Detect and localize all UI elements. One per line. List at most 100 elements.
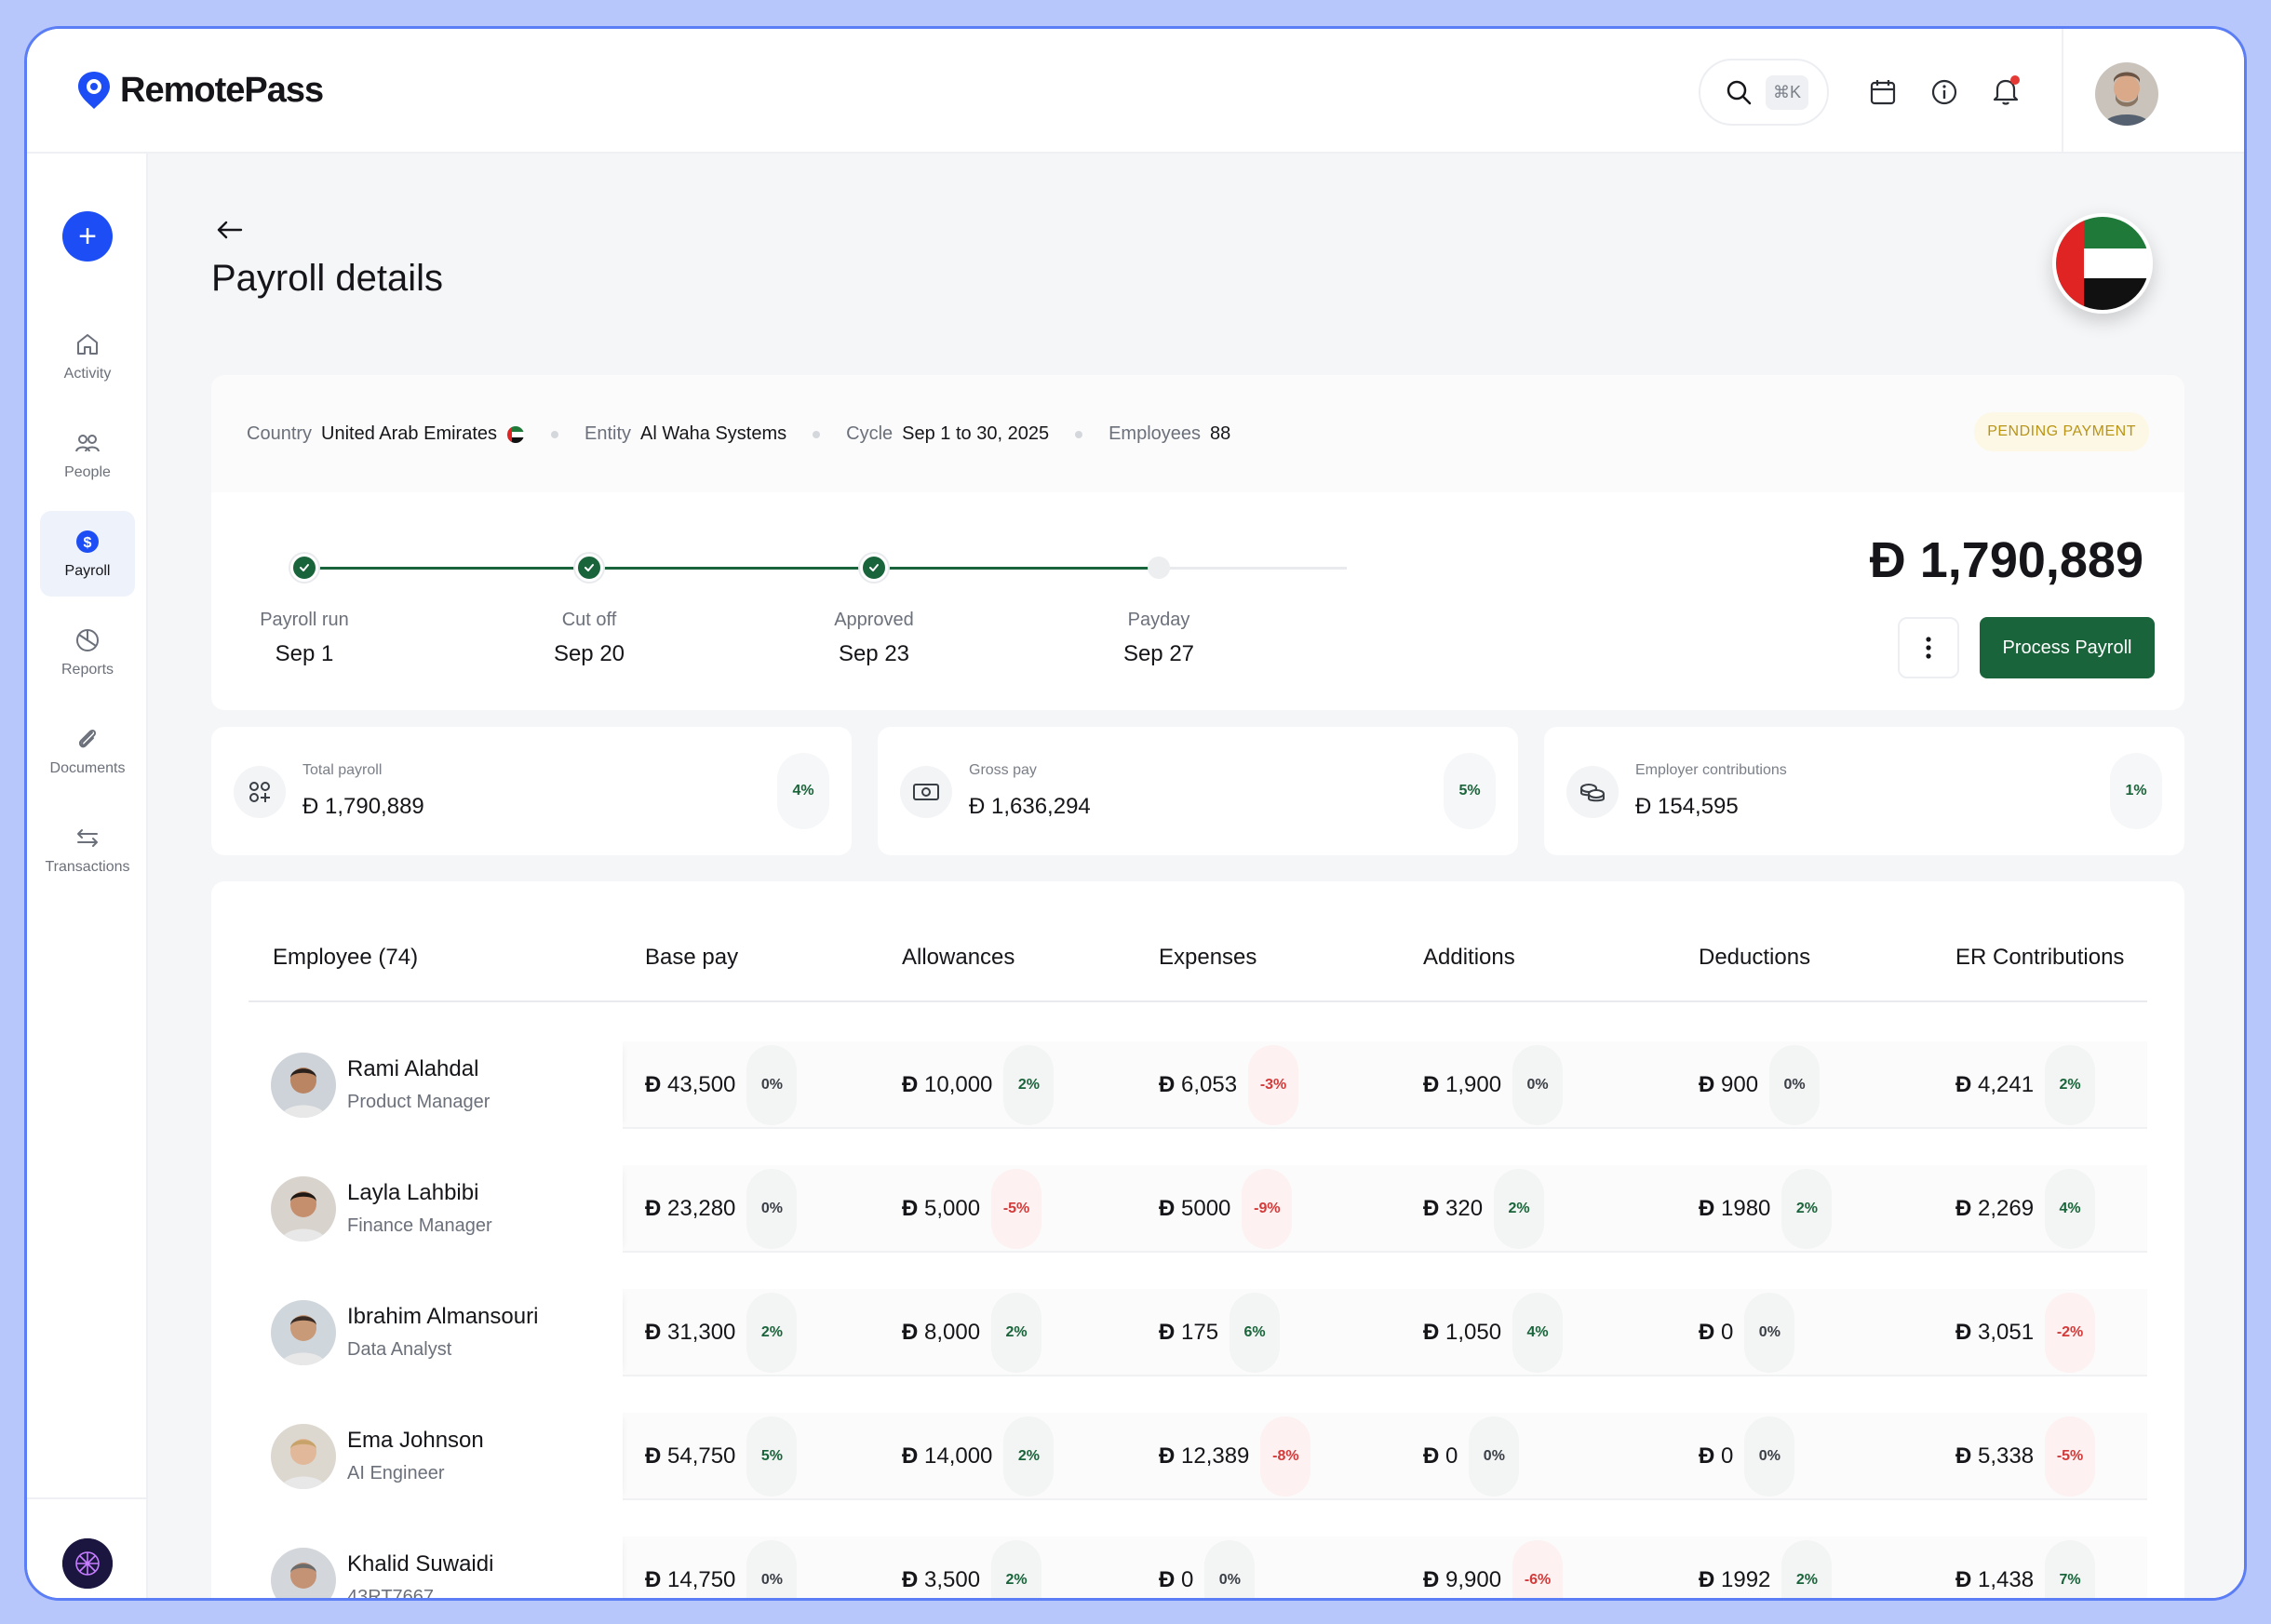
amount-number: 5,000	[924, 1196, 981, 1221]
change-badge: 2%	[1494, 1169, 1545, 1249]
stat-card-employer-contributions: Employer contributions Đ 154,595 1%	[1544, 727, 2184, 855]
dirham-currency-symbol: Đ	[902, 1320, 924, 1345]
amount-value: Đ 1980	[1699, 1196, 1770, 1222]
stat-value: Đ 1,790,889	[302, 794, 424, 819]
amount-cell: Đ 1980 2%	[1699, 1165, 1833, 1253]
step-check-icon	[860, 554, 888, 582]
amount-number: 1,438	[1978, 1567, 2035, 1592]
sidebar-item-label: Activity	[63, 366, 112, 382]
table-row[interactable]: Layla Lahbibi Finance Manager Đ 23,280 0% Đ …	[249, 1165, 2147, 1253]
calendar-icon[interactable]	[1866, 75, 1900, 109]
amount-number: 43,500	[667, 1072, 736, 1097]
amount-value: Đ 1,900	[1423, 1072, 1501, 1098]
column-header[interactable]: Additions	[1423, 945, 1515, 971]
amount-number: 4,241	[1978, 1072, 2035, 1097]
info-icon[interactable]	[1928, 75, 1961, 109]
employee-role: Data Analyst	[347, 1339, 452, 1360]
amount-number: 2,269	[1978, 1196, 2035, 1221]
employee-cell: Layla Lahbibi Finance Manager	[249, 1165, 623, 1253]
location-pin-logo-icon	[75, 70, 113, 111]
dirham-currency-symbol: Đ	[1955, 1072, 1978, 1097]
step-date: Sep 27	[1122, 641, 1195, 666]
add-button[interactable]: +	[62, 211, 113, 262]
change-badge: 2%	[1003, 1416, 1055, 1496]
employee-name[interactable]: Ema Johnson	[347, 1428, 484, 1454]
change-badge: 2%	[746, 1293, 798, 1373]
amount-value: Đ 14,000	[902, 1443, 992, 1470]
brand-name: RemotePass	[120, 70, 324, 110]
table-row[interactable]: Khalid Suwaidi 43RT7667 Đ 14,750 0% Đ 3,500 2…	[249, 1537, 2147, 1601]
column-header[interactable]: Deductions	[1699, 945, 1810, 971]
dirham-currency-symbol: Đ	[1869, 532, 1906, 588]
user-avatar[interactable]	[2095, 62, 2158, 126]
amount-cell: Đ 900 0%	[1699, 1041, 1821, 1129]
sidebar-item-reports[interactable]: Reports	[40, 610, 135, 695]
change-badge: 0%	[1769, 1045, 1821, 1125]
amount-cell: Đ 14,750 0%	[645, 1537, 798, 1598]
people-icon	[75, 435, 100, 452]
amount-value: Đ 12,389	[1159, 1443, 1249, 1470]
sidebar-item-transactions[interactable]: Transactions	[40, 807, 135, 893]
cash-icon	[900, 766, 952, 818]
back-arrow-icon[interactable]	[213, 213, 247, 247]
app-window: RemotePass ⌘K + Activity People $ Payrol…	[24, 26, 2247, 1601]
employee-name[interactable]: Layla Lahbibi	[347, 1180, 478, 1206]
brand-logo[interactable]: RemotePass	[75, 70, 324, 111]
separator-dot	[1075, 430, 1083, 438]
dirham-currency-symbol: Đ	[645, 1443, 667, 1469]
column-header[interactable]: Expenses	[1159, 945, 1256, 971]
change-badge: 2%	[1781, 1169, 1833, 1249]
payroll-timeline-card: Payroll run Sep 1 Cut off Sep 20 Approved Sep…	[211, 492, 2184, 710]
step-label: Payroll run	[260, 610, 349, 630]
amount-cell: Đ 43,500 0%	[645, 1041, 798, 1129]
amount-value: Đ 3,051	[1955, 1320, 2034, 1346]
amount-number: 1980	[1721, 1196, 1771, 1221]
table-row[interactable]: Ema Johnson AI Engineer Đ 54,750 5% Đ 14,000…	[249, 1413, 2147, 1500]
amount-value: Đ 0	[1699, 1320, 1733, 1346]
amount-number: 0	[1721, 1320, 1734, 1345]
table-row[interactable]: Rami Alahdal Product Manager Đ 43,500 0% Đ 1…	[249, 1041, 2147, 1129]
dirham-currency-symbol: Đ	[1699, 1567, 1721, 1592]
employee-name[interactable]: Rami Alahdal	[347, 1056, 478, 1082]
amount-number: 5,338	[1978, 1443, 2035, 1469]
employee-name[interactable]: Khalid Suwaidi	[347, 1551, 493, 1577]
change-badge: 0%	[1469, 1416, 1520, 1496]
change-badge: 2%	[991, 1540, 1042, 1598]
amount-cell: Đ 1,900 0%	[1423, 1041, 1564, 1129]
amount-number: 10,000	[924, 1072, 993, 1097]
dirham-currency-symbol: Đ	[1699, 1072, 1721, 1097]
dirham-currency-symbol: Đ	[1955, 1567, 1978, 1592]
column-header[interactable]: Base pay	[645, 945, 738, 971]
amount-value: Đ 5000	[1159, 1196, 1230, 1222]
bell-icon[interactable]	[1989, 74, 2022, 107]
employee-cell: Rami Alahdal Product Manager	[249, 1041, 623, 1129]
amount-value: Đ 3,500	[902, 1567, 980, 1593]
paperclip-icon	[78, 729, 97, 748]
sidebar: + Activity People $ Payroll Reports Docu…	[27, 154, 148, 1598]
process-payroll-button[interactable]: Process Payroll	[1980, 617, 2155, 678]
pie-icon	[76, 629, 99, 651]
employee-name[interactable]: Ibrahim Almansouri	[347, 1304, 538, 1330]
workspace-logo[interactable]	[62, 1538, 113, 1589]
sidebar-item-activity[interactable]: Activity	[40, 314, 135, 399]
search-button[interactable]: ⌘K	[1699, 59, 1829, 126]
column-header[interactable]: ER Contributions	[1955, 945, 2124, 971]
amount-value: Đ 900	[1699, 1072, 1758, 1098]
more-options-button[interactable]	[1898, 617, 1959, 678]
change-badge: 0%	[746, 1045, 798, 1125]
stat-label: Employer contributions	[1635, 762, 1787, 778]
entity-value: Al Waha Systems	[640, 423, 787, 444]
sidebar-item-payroll[interactable]: $ Payroll	[40, 511, 135, 597]
amount-value: Đ 1992	[1699, 1567, 1770, 1593]
amount-number: 0	[1445, 1443, 1458, 1469]
amount-value: Đ 2,269	[1955, 1196, 2034, 1222]
column-header[interactable]: Allowances	[902, 945, 1015, 971]
sidebar-item-documents[interactable]: Documents	[40, 708, 135, 794]
dirham-currency-symbol: Đ	[1955, 1196, 1978, 1221]
sidebar-item-people[interactable]: People	[40, 412, 135, 498]
home-icon	[77, 334, 98, 355]
payroll-meta: Country United Arab Emirates Entity Al W…	[247, 423, 1230, 445]
amount-cell: Đ 2,269 4%	[1955, 1165, 2096, 1253]
employee-role: 43RT7667	[347, 1587, 435, 1601]
table-row[interactable]: Ibrahim Almansouri Data Analyst Đ 31,300 2%…	[249, 1289, 2147, 1376]
